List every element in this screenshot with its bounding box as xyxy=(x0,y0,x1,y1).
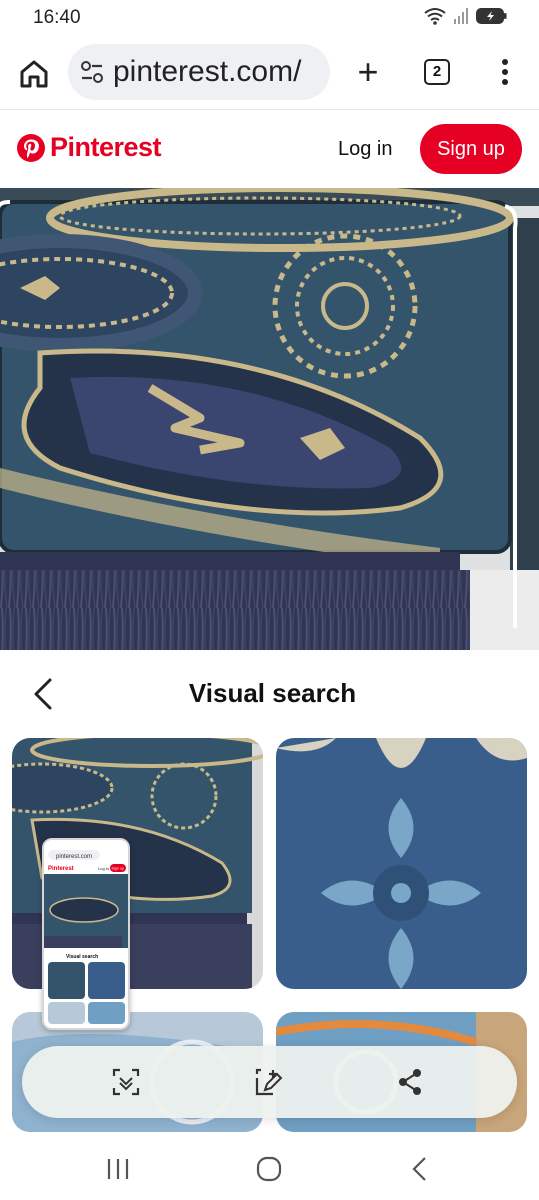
screenshot-preview-image: pinterest.com Pinterest Log in Sign up V… xyxy=(44,840,128,1028)
rug-thumbnail xyxy=(276,738,527,989)
share-icon[interactable] xyxy=(394,1066,426,1098)
status-time: 16:40 xyxy=(33,7,81,28)
status-bar: 16:40 xyxy=(0,0,539,36)
recents-icon[interactable] xyxy=(103,1154,133,1184)
pinterest-logo[interactable]: Pinterest xyxy=(16,132,162,163)
back-nav-icon[interactable] xyxy=(405,1154,435,1184)
pinterest-logo-text: Pinterest xyxy=(50,132,162,162)
preview-signup: Sign up xyxy=(112,867,124,871)
url-text: pinterest.com/ xyxy=(113,55,302,88)
status-icons xyxy=(423,6,507,26)
rug-photo xyxy=(0,188,539,650)
tabs-icon[interactable]: 2 xyxy=(424,59,450,85)
wifi-icon xyxy=(424,8,446,25)
result-tile[interactable] xyxy=(276,738,527,989)
pinterest-logo-icon xyxy=(17,133,45,162)
preview-url: pinterest.com xyxy=(56,854,92,860)
address-bar[interactable]: pinterest.com/ xyxy=(68,44,330,100)
new-tab-icon[interactable]: + xyxy=(350,52,386,92)
home-circle-icon[interactable] xyxy=(254,1154,284,1184)
preview-login: Log in xyxy=(98,866,109,871)
pin-image[interactable] xyxy=(0,188,539,650)
visual-search-header: Visual search xyxy=(0,650,539,738)
pinterest-header: Pinterest Log in Sign up xyxy=(0,110,539,188)
login-button[interactable]: Log in xyxy=(338,134,393,164)
preview-title: Visual search xyxy=(66,954,98,960)
site-settings-icon[interactable] xyxy=(78,58,106,86)
visual-search-title: Visual search xyxy=(188,678,357,708)
battery-icon xyxy=(476,8,507,24)
more-icon[interactable] xyxy=(493,54,517,90)
home-icon[interactable] xyxy=(16,56,52,92)
scan-icon[interactable] xyxy=(110,1066,142,1098)
edit-icon[interactable] xyxy=(253,1066,285,1098)
system-nav-bar xyxy=(0,1132,539,1200)
screenshot-toolbar xyxy=(22,1046,517,1118)
screenshot-preview[interactable]: pinterest.com Pinterest Log in Sign up V… xyxy=(42,838,130,1030)
browser-toolbar: pinterest.com/ + 2 xyxy=(0,36,539,110)
signal-icon xyxy=(454,8,468,24)
signup-button[interactable]: Sign up xyxy=(420,124,522,174)
preview-logo: Pinterest xyxy=(48,866,74,872)
